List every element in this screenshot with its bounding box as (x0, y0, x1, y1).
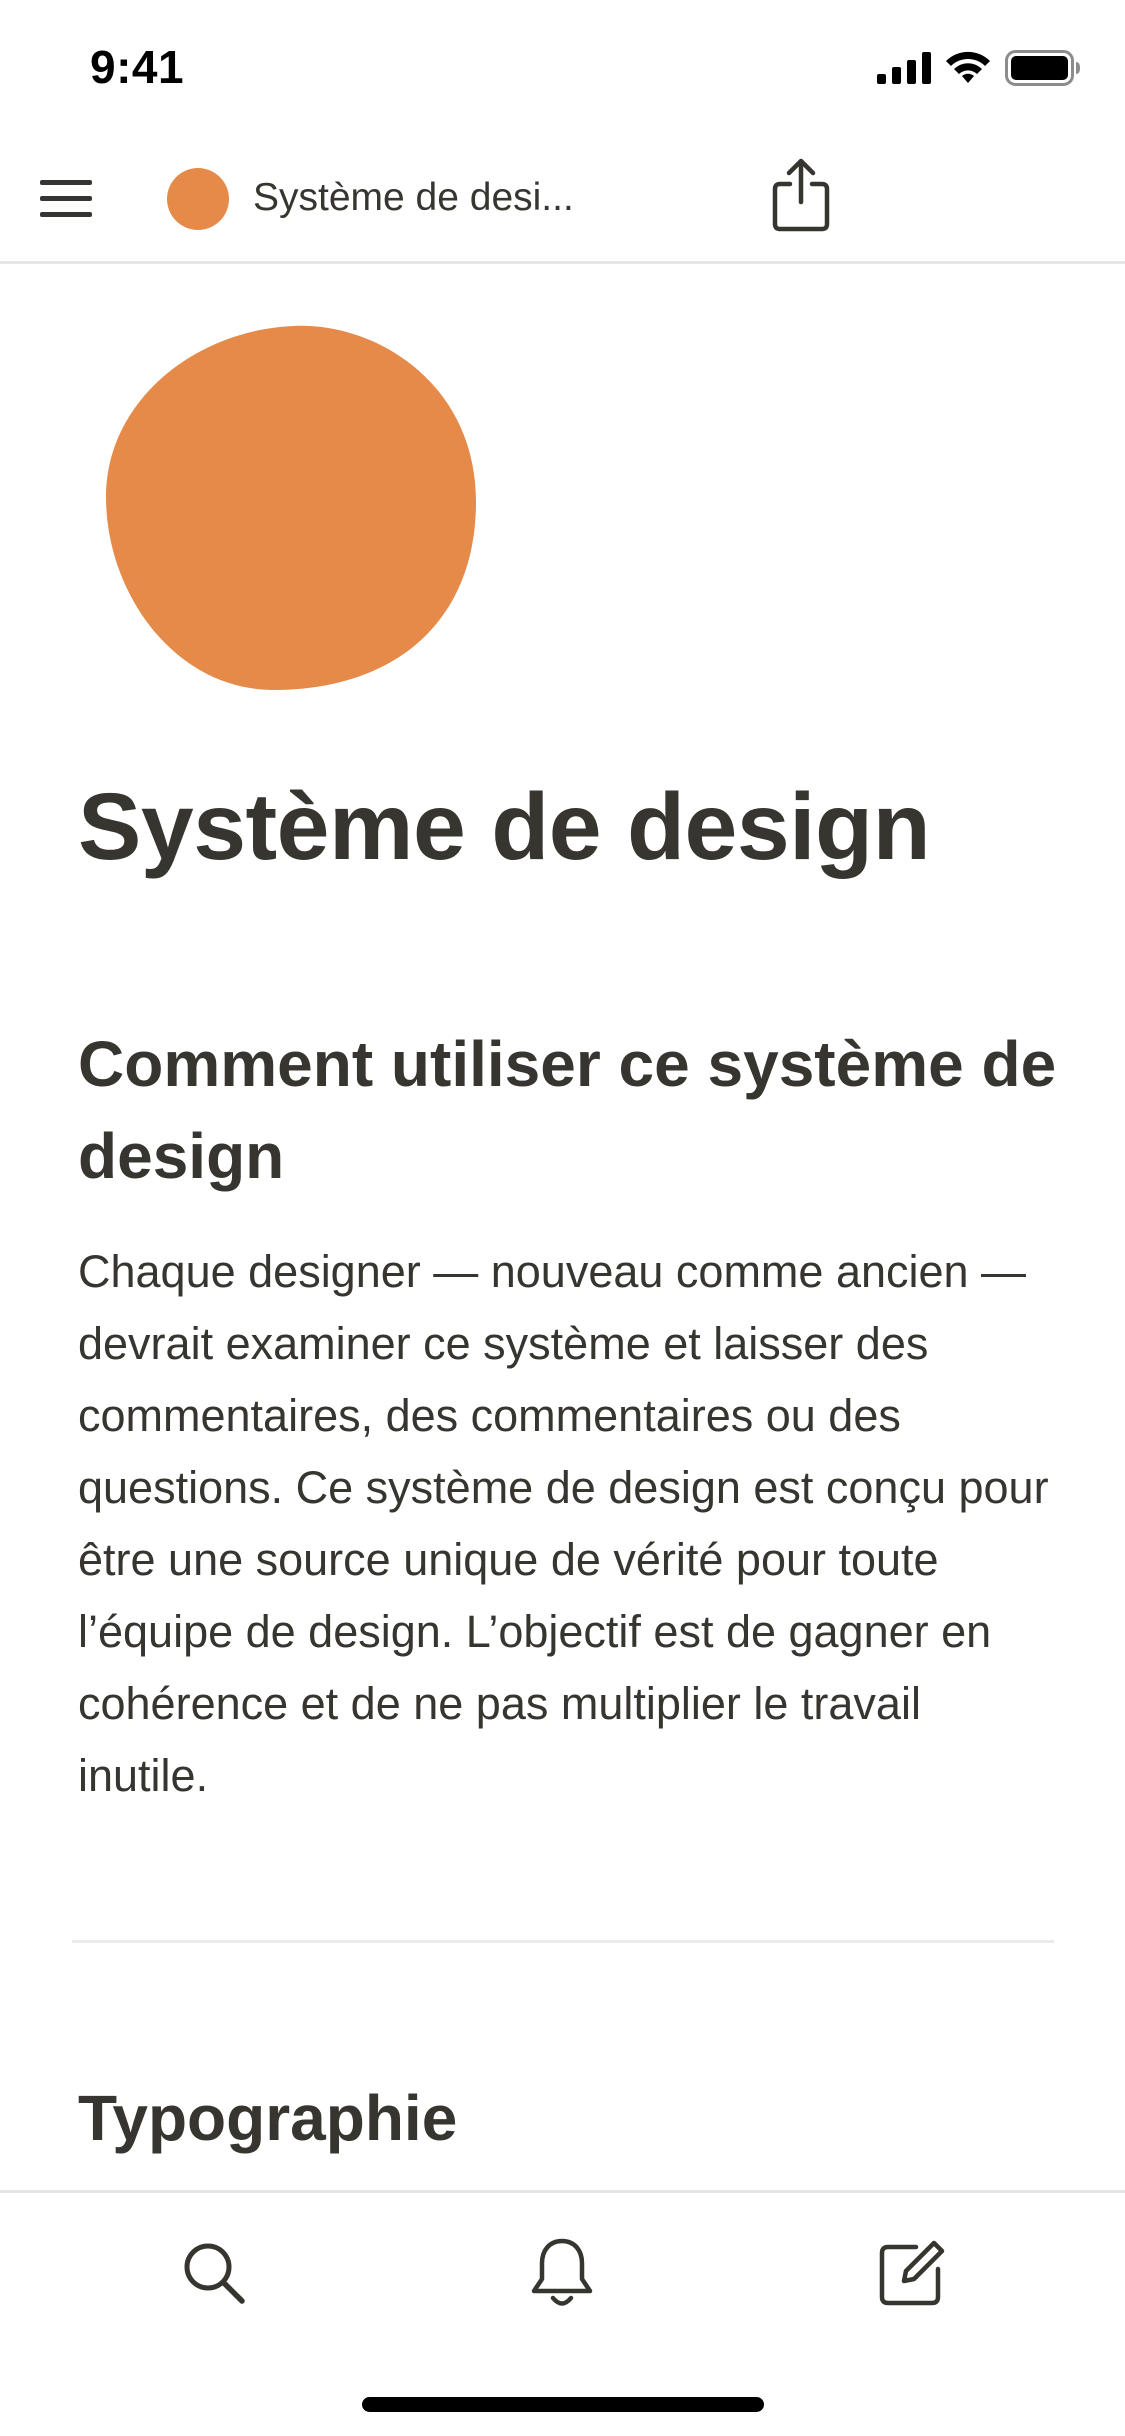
hamburger-menu-icon[interactable] (38, 174, 96, 224)
battery-icon (1005, 50, 1080, 86)
top-nav-bar: Système de desi... (0, 132, 1125, 264)
wifi-icon (946, 51, 990, 83)
signal-icon (877, 52, 931, 84)
page-title: Système de design (78, 774, 931, 880)
compose-button[interactable] (872, 2233, 952, 2313)
status-bar: 9:41 (0, 0, 1125, 132)
status-icons (877, 50, 1081, 86)
share-icon[interactable] (770, 156, 832, 234)
nav-page-title[interactable]: Système de desi... (253, 176, 574, 220)
compose-icon[interactable] (876, 2237, 948, 2309)
section-heading: Comment utiliser ce système de design (78, 1028, 1057, 1192)
search-button[interactable] (174, 2233, 254, 2313)
page-icon-large (106, 325, 476, 690)
status-time: 9:41 (90, 41, 185, 93)
search-icon[interactable] (180, 2239, 248, 2307)
section-body-text: Chaque designer — nouveau comme ancien —… (78, 1246, 1049, 1801)
home-indicator[interactable] (362, 2397, 764, 2412)
typography-heading: Typographie (78, 2082, 458, 2154)
divider (72, 1940, 1054, 1943)
notifications-button[interactable] (522, 2233, 602, 2313)
page-icon-small[interactable] (166, 167, 230, 231)
bell-icon[interactable] (529, 2235, 595, 2311)
